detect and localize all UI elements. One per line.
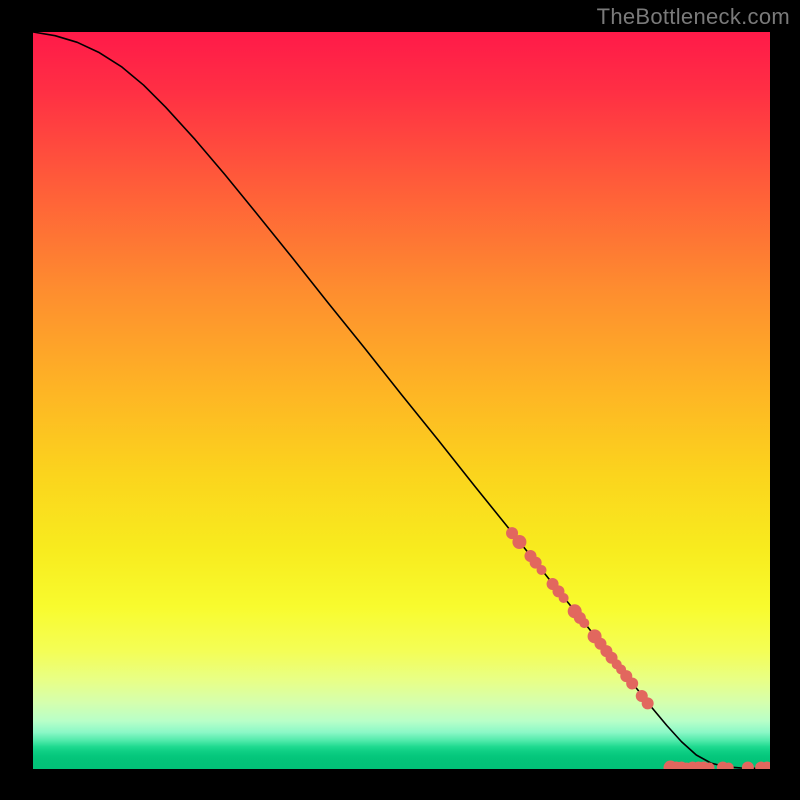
highlighted-points-group — [506, 527, 770, 769]
data-point — [559, 593, 569, 603]
data-point — [579, 618, 589, 628]
chart-frame: TheBottleneck.com — [0, 0, 800, 800]
data-point — [626, 678, 638, 690]
data-point — [537, 565, 547, 575]
points-layer — [33, 32, 770, 769]
data-point — [642, 697, 654, 709]
watermark-text: TheBottleneck.com — [597, 4, 790, 30]
plot-area — [33, 32, 770, 769]
data-point — [742, 762, 754, 769]
data-point — [512, 535, 526, 549]
